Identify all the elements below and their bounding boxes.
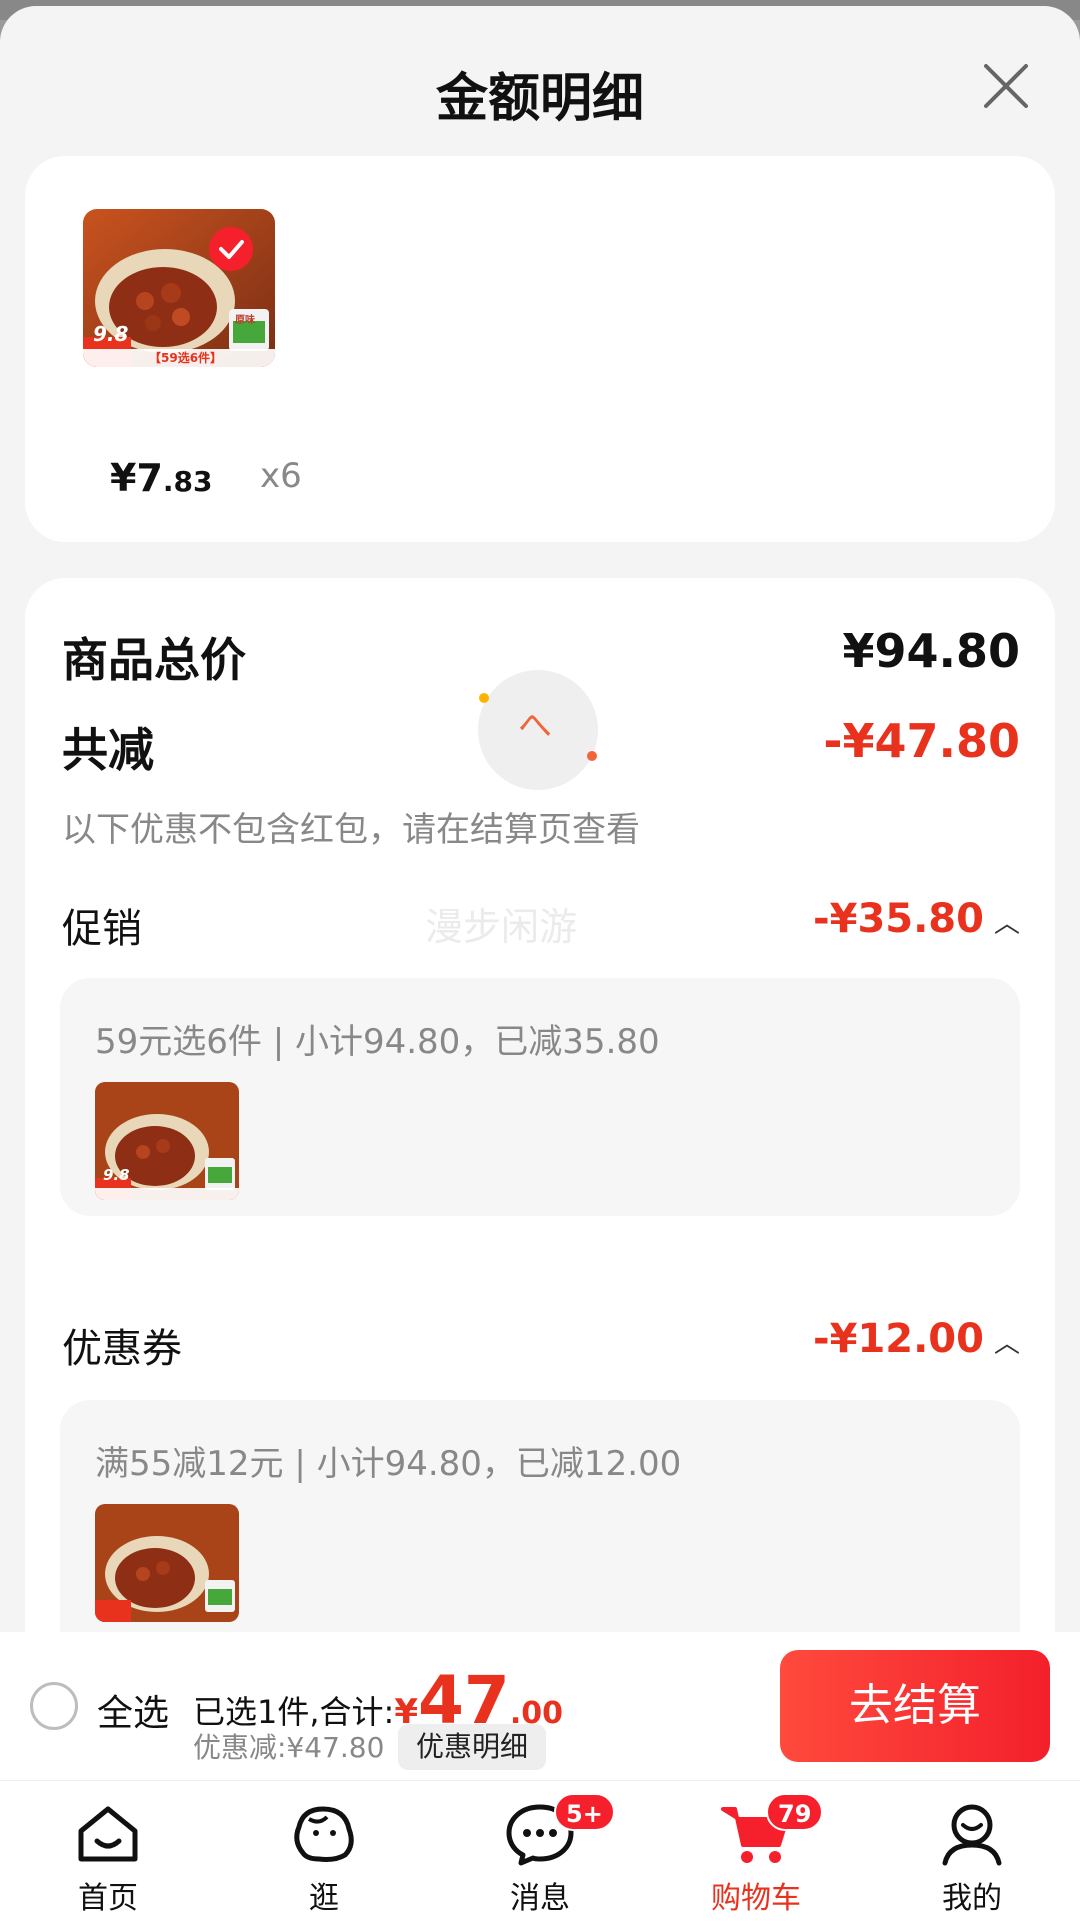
select-all-radio[interactable] <box>30 1682 78 1730</box>
promo-desc: 59元选6件 | 小计94.80，已减35.80 <box>95 1022 660 1062</box>
watermark: 漫步闲游 <box>425 905 578 949</box>
quantity: x6 <box>260 456 302 496</box>
loading-glyph: へ <box>518 706 552 746</box>
thumb-promo-strip: 【59选6件】 <box>149 351 223 365</box>
reduce-value: -¥47.80 <box>823 714 1020 768</box>
tab-cart[interactable]: 79 购物车 <box>648 1781 864 1926</box>
promo-thumb-price-badge: 9.8 <box>103 1166 130 1184</box>
tab-mine[interactable]: 我的 <box>864 1781 1080 1926</box>
coupon-label: 优惠券 <box>62 1326 182 1372</box>
sheet-title: 金额明细 <box>435 69 644 129</box>
tab-messages[interactable]: 5+ 消息 <box>432 1781 648 1926</box>
checkout-button[interactable]: 去结算 <box>780 1650 1050 1762</box>
total-value: ¥94.80 <box>842 624 1020 678</box>
tab-browse[interactable]: 逛 <box>216 1781 432 1926</box>
coupon-amount-toggle[interactable]: -¥12.00 ︿ <box>813 1316 1020 1362</box>
promo-amount-toggle[interactable]: -¥35.80 ︿ <box>813 896 1020 942</box>
unit-price: ¥7.83 <box>110 456 213 500</box>
thumb-price-badge: 9.8 <box>93 322 129 346</box>
checkout-bar: 全选 已选1件,合计:¥47.00 优惠减:¥47.80 优惠明细 去结算 <box>0 1632 1080 1780</box>
home-icon <box>78 1806 138 1862</box>
thumb-pack-text: 原味 <box>235 315 255 326</box>
discount-text: 优惠减:¥47.80 <box>193 1731 385 1764</box>
close-icon[interactable] <box>982 62 1030 110</box>
caret-up-icon: ︿ <box>993 908 1020 939</box>
loading-spinner: へ <box>478 670 598 790</box>
promo-detail-box: 59元选6件 | 小计94.80，已减35.80 9.8 <box>60 978 1020 1216</box>
product-thumbnail[interactable]: 9.8 【59选6件】 原味 <box>83 209 275 367</box>
bottom-tabbar: 首页 逛 5+ 消息 79 购物车 我的 <box>0 1780 1080 1926</box>
browse-icon <box>294 1806 354 1862</box>
messages-badge: 5+ <box>554 1793 615 1831</box>
promo-product-thumbnail: 9.8 <box>95 1082 239 1200</box>
cart-badge: 79 <box>766 1793 824 1831</box>
promo-label: 促销 <box>62 906 142 952</box>
tab-home[interactable]: 首页 <box>0 1781 216 1926</box>
reduce-hint: 以下优惠不包含红包，请在结算页查看 <box>62 810 640 850</box>
amount-detail-sheet: 金额明细 9.8 【59选6件】 原味 ¥7.83 x6 商品总价 ¥94.80… <box>0 6 1080 1926</box>
total-label: 商品总价 <box>62 633 246 687</box>
coupon-product-thumbnail <box>95 1504 239 1622</box>
discount-detail-button[interactable]: 优惠明细 <box>398 1724 547 1770</box>
product-card: 9.8 【59选6件】 原味 ¥7.83 x6 <box>25 156 1055 542</box>
select-all-label[interactable]: 全选 <box>97 1684 169 1736</box>
caret-up-icon: ︿ <box>993 1328 1020 1359</box>
user-icon <box>942 1804 1002 1866</box>
reduce-label: 共减 <box>62 723 154 777</box>
coupon-desc: 满55减12元 | 小计94.80，已减12.00 <box>95 1444 682 1484</box>
